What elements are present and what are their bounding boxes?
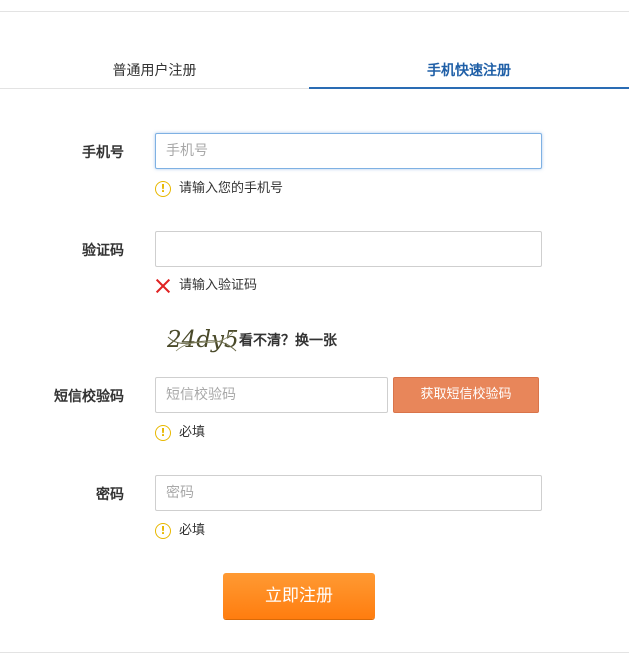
tab-active-indicator	[309, 87, 629, 89]
error-x-icon	[155, 278, 171, 294]
captcha-image-text: 24dy5	[166, 327, 238, 353]
password-label: 密码	[96, 487, 124, 503]
password-input[interactable]	[155, 475, 542, 511]
phone-label: 手机号	[82, 145, 124, 161]
sms-input[interactable]	[155, 377, 388, 413]
captcha-image[interactable]: 24dy5	[166, 325, 238, 355]
captcha-label: 验证码	[82, 243, 124, 259]
captcha-error-text: 请输入验证码	[179, 278, 258, 293]
captcha-input[interactable]	[155, 231, 542, 267]
top-divider	[0, 11, 629, 12]
password-hint-text: 必填	[179, 523, 206, 538]
register-tabs: 普通用户注册 手机快速注册	[0, 52, 629, 90]
tab-phone-register[interactable]: 手机快速注册	[309, 52, 629, 90]
tab-underline	[0, 88, 309, 89]
phone-hint: ! 请输入您的手机号	[155, 179, 283, 199]
register-submit-button[interactable]: 立即注册	[223, 573, 375, 619]
phone-hint-text: 请输入您的手机号	[179, 181, 284, 196]
sms-hint-text: 必填	[179, 425, 206, 440]
sms-hint: ! 必填	[155, 423, 205, 443]
get-sms-code-button[interactable]: 获取短信校验码	[393, 377, 539, 413]
phone-input[interactable]	[155, 133, 542, 169]
warning-circle-icon: !	[155, 424, 171, 441]
warning-circle-icon: !	[155, 180, 171, 197]
tab-normal-register[interactable]: 普通用户注册	[0, 52, 309, 90]
warning-circle-icon: !	[155, 522, 171, 539]
sms-label: 短信校验码	[54, 389, 124, 405]
bottom-divider	[0, 652, 629, 653]
captcha-error: 请输入验证码	[155, 276, 257, 296]
captcha-refresh-link[interactable]: 看不清？换一张	[239, 330, 337, 350]
password-hint: ! 必填	[155, 521, 205, 541]
